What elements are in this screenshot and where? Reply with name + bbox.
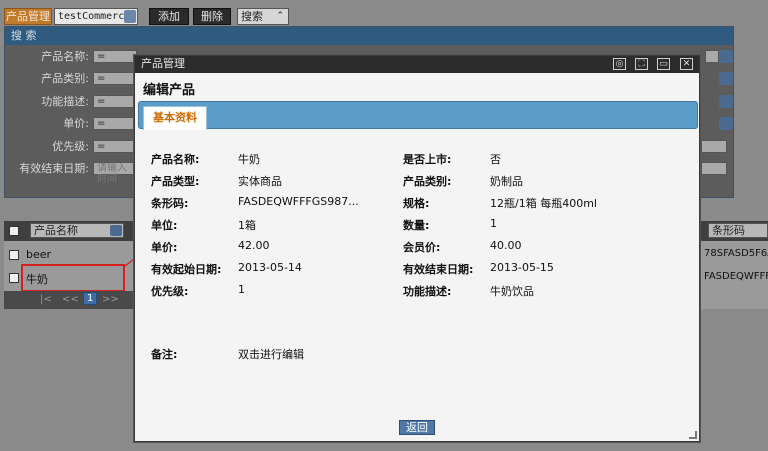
restore-icon[interactable]: ▭ [657, 58, 670, 70]
field-value[interactable]: 1 [490, 217, 497, 230]
tab-basic-info[interactable]: 基本资料 [143, 106, 207, 130]
field-label: 优先级: [151, 285, 189, 298]
field-value[interactable]: 1 [238, 283, 245, 296]
field-label: 产品类别: [403, 175, 452, 188]
field-value[interactable]: 牛奶 [238, 151, 260, 167]
field-label: 有效结束日期: [403, 263, 474, 276]
field-label: 产品名称: [151, 153, 200, 166]
field-value[interactable]: 否 [490, 151, 501, 167]
dialog-heading: 编辑产品 [143, 83, 196, 98]
fullscreen-icon[interactable]: ⛶ [635, 58, 648, 70]
settings-icon[interactable]: ◎ [613, 58, 626, 70]
field-value[interactable]: FASDEQWFFFGS987... [238, 195, 359, 208]
field-label: 规格: [403, 197, 430, 210]
field-value[interactable]: 实体商品 [238, 173, 282, 189]
field-label: 会员价: [403, 241, 441, 254]
field-label: 是否上市: [403, 153, 452, 166]
field-value[interactable]: 2013-05-14 [238, 261, 302, 274]
field-value[interactable]: 12瓶/1箱 每瓶400ml [490, 195, 597, 211]
resize-handle-icon[interactable] [689, 431, 697, 439]
field-value[interactable]: 奶制品 [490, 173, 523, 189]
field-label: 产品类型: [151, 175, 200, 188]
field-value[interactable]: 牛奶饮品 [490, 283, 534, 299]
tab-bar: 基本资料 [138, 101, 698, 130]
field-label: 备注: [151, 348, 178, 361]
field-value[interactable]: 1箱 [238, 217, 256, 233]
field-label: 单位: [151, 219, 178, 232]
note-value[interactable]: 双击进行编辑 [238, 346, 304, 362]
field-value[interactable]: 40.00 [490, 239, 522, 252]
edit-product-dialog: 产品管理 ◎ ⛶ ▭ ✕ 编辑产品 基本资料 产品名称: 牛奶 产品类型: 实体… [134, 55, 700, 442]
field-value[interactable]: 2013-05-15 [490, 261, 554, 274]
field-value[interactable]: 42.00 [238, 239, 270, 252]
field-label: 有效起始日期: [151, 263, 222, 276]
field-label: 功能描述: [403, 285, 452, 298]
field-label: 单价: [151, 241, 178, 254]
back-button[interactable]: 返回 [399, 420, 435, 435]
close-icon[interactable]: ✕ [680, 58, 693, 70]
dialog-window-title: 产品管理 [141, 57, 185, 70]
field-label: 数量: [403, 219, 430, 232]
field-label: 条形码: [151, 197, 189, 210]
